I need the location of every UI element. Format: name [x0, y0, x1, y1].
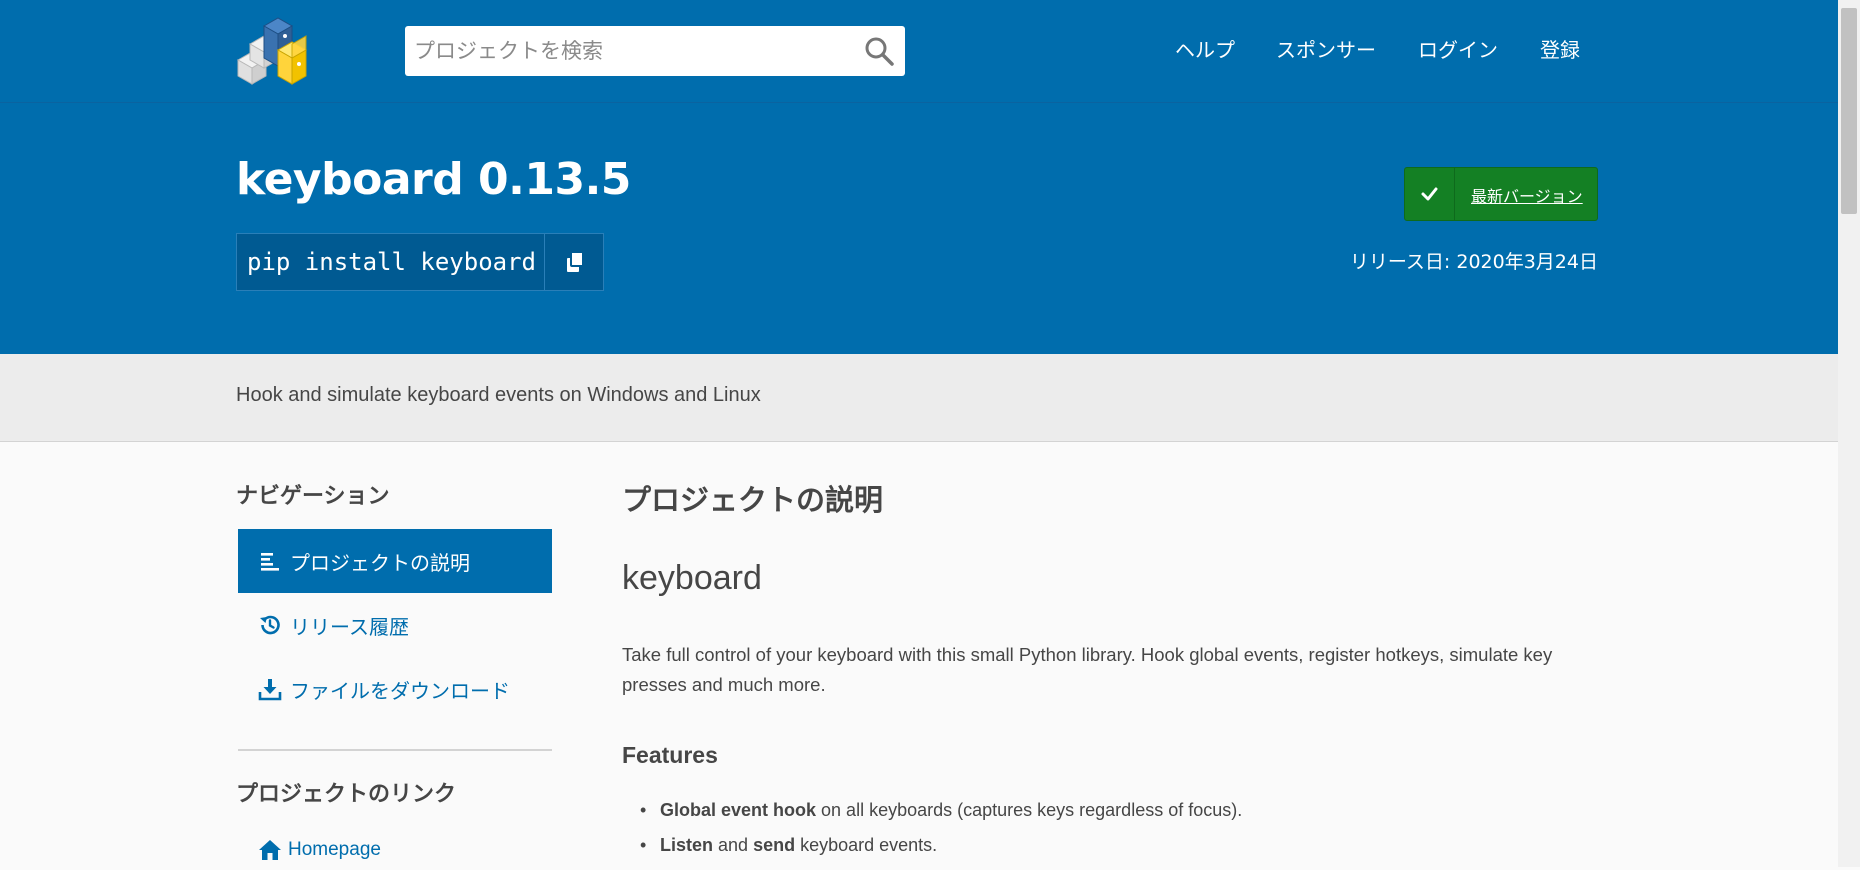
package-summary: Hook and simulate keyboard events on Win…: [236, 384, 761, 406]
copy-icon: [567, 251, 584, 272]
pypi-logo[interactable]: [236, 14, 320, 86]
navigation-heading: ナビゲーション: [236, 484, 390, 509]
latest-version-badge[interactable]: 最新バージョン: [1404, 167, 1598, 221]
sidebar-divider: [238, 749, 552, 751]
project-links-heading: プロジェクトのリンク: [236, 782, 457, 807]
feature-bold: Listen: [660, 835, 714, 855]
readme-heading: keyboard: [622, 559, 762, 597]
download-icon: [258, 679, 282, 701]
home-icon: [259, 840, 281, 860]
sidebar-item-history[interactable]: リリース履歴: [238, 593, 552, 657]
nav-login-link[interactable]: ログイン: [1418, 34, 1498, 63]
sidebar-item-label: リリース履歴: [290, 615, 409, 639]
sidebar-item-label: プロジェクトの説明: [290, 551, 470, 575]
sidebar-item-download[interactable]: ファイルをダウンロード: [238, 657, 552, 721]
package-header: [0, 102, 1838, 355]
release-date: リリース日: 2020年3月24日: [1349, 251, 1598, 273]
check-icon: [1421, 187, 1438, 201]
sidebar-item-label: ファイルをダウンロード: [290, 679, 510, 703]
features-list: Global event hook on all keyboards (capt…: [640, 800, 1242, 870]
package-title: keyboard 0.13.5: [236, 154, 631, 205]
readme-intro: Take full control of your keyboard with …: [622, 644, 1553, 695]
list-item: Global event hook on all keyboards (capt…: [640, 800, 1242, 835]
latest-check-box: [1405, 168, 1455, 220]
feature-text: and: [713, 835, 754, 855]
pip-command-box: pip install keyboard: [236, 233, 604, 291]
nav-help-link[interactable]: ヘルプ: [1175, 34, 1235, 63]
description-title: プロジェクトの説明: [622, 483, 884, 517]
package-summary-bar: Hook and simulate keyboard events on Win…: [0, 354, 1838, 442]
feature-bold: Global event hook: [660, 800, 817, 820]
feature-text: on all keyboards (captures keys regardle…: [816, 800, 1243, 820]
vertical-scrollbar[interactable]: [1838, 0, 1860, 867]
search-box: [405, 26, 905, 76]
pip-command: pip install keyboard: [247, 248, 536, 276]
sidebar-item-description[interactable]: プロジェクトの説明: [238, 529, 552, 593]
features-heading: Features: [622, 742, 718, 768]
feature-bold: send: [753, 835, 796, 855]
nav-sponsors-link[interactable]: スポンサー: [1276, 34, 1376, 63]
homepage-link-label: Homepage: [288, 839, 381, 860]
scrollbar-thumb[interactable]: [1841, 8, 1857, 214]
latest-version-link[interactable]: 最新バージョン: [1471, 183, 1583, 207]
search-icon[interactable]: [863, 35, 895, 67]
align-left-icon: [261, 553, 279, 571]
feature-text: keyboard events.: [795, 835, 938, 855]
search-input[interactable]: [405, 26, 845, 76]
copy-button[interactable]: [544, 234, 603, 290]
history-icon: [260, 615, 280, 635]
top-bar: ヘルプ スポンサー ログイン 登録: [0, 0, 1838, 102]
list-item: Listen and send keyboard events.: [640, 835, 1242, 870]
nav-register-link[interactable]: 登録: [1540, 34, 1580, 63]
